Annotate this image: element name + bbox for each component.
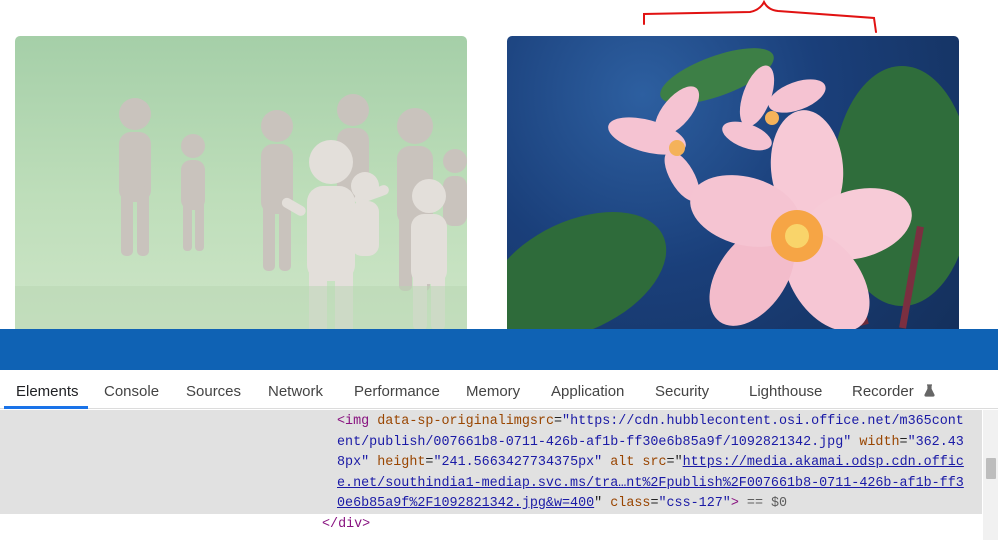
tab-recorder[interactable]: Recorder — [852, 370, 935, 409]
src-link[interactable]: 0e6b85a9f%2F1092821342.jpg&w=400 — [337, 496, 594, 511]
tab-performance[interactable]: Performance — [354, 370, 440, 409]
frangipani-flower-illustration — [507, 48, 959, 329]
attr-value: ent/publish/007661b8-0711-426b-af1b-ff30… — [337, 434, 852, 450]
dom-tree-scrollbar-thumb[interactable] — [986, 458, 996, 479]
attr-name: alt — [610, 455, 635, 470]
src-link[interactable]: e.net/southindia1-mediap.svc.ms/tra…nt%2… — [337, 476, 964, 491]
img-tag-end: > — [730, 496, 739, 511]
img-tag-open: <img — [337, 414, 370, 429]
console-ref: == $0 — [746, 496, 788, 511]
active-tab-indicator — [4, 406, 88, 409]
dom-node-line-2[interactable]: ent/publish/007661b8-0711-426b-af1b-ff30… — [337, 433, 964, 454]
tab-lighthouse[interactable]: Lighthouse — [749, 370, 822, 409]
blue-header-band — [0, 329, 998, 370]
tab-memory[interactable]: Memory — [466, 370, 520, 409]
dom-node-line-3[interactable]: 8px" height="241.5663427734375px" alt sr… — [337, 453, 964, 474]
src-link[interactable]: https://media.akamai.odsp.cdn.offic — [683, 455, 964, 470]
attr-name: height — [377, 455, 426, 470]
attr-name: data-sp-originalimgsrc — [377, 414, 554, 429]
elements-dom-tree[interactable]: <img data-sp-originalimgsrc="https://cdn… — [0, 410, 982, 540]
devtools-tab-bar: Elements Console Sources Network Perform… — [0, 370, 998, 409]
attr-value: "css-127" — [658, 496, 731, 511]
dom-node-close-div[interactable]: </div> — [322, 515, 370, 536]
attr-name: width — [859, 434, 900, 450]
tab-security[interactable]: Security — [655, 370, 709, 409]
tab-elements[interactable]: Elements — [16, 370, 79, 409]
attr-value: "362.43 — [907, 434, 964, 450]
people-figures-image — [15, 36, 467, 329]
dom-node-line-5[interactable]: 0e6b85a9f%2F1092821342.jpg&w=400" class=… — [337, 494, 787, 515]
flower-image — [507, 36, 959, 329]
people-figures-illustration — [15, 94, 467, 329]
flask-icon — [924, 384, 935, 397]
devtools-panel: Elements Console Sources Network Perform… — [0, 370, 998, 540]
attr-value: 8px" — [337, 455, 370, 470]
dom-node-line-1[interactable]: <img data-sp-originalimgsrc="https://cdn… — [337, 412, 964, 433]
tab-recorder-label: Recorder — [852, 383, 914, 400]
attr-name: src — [642, 455, 667, 470]
tab-application[interactable]: Application — [551, 370, 624, 409]
tab-console[interactable]: Console — [104, 370, 159, 409]
attr-value: "https://cdn.hubblecontent.osi.office.ne… — [562, 414, 964, 429]
red-brace-annotation-top — [643, 0, 877, 33]
attr-value: "241.5663427734375px" — [433, 455, 603, 470]
dom-node-line-4[interactable]: e.net/southindia1-mediap.svc.ms/tra…nt%2… — [337, 474, 964, 495]
tab-sources[interactable]: Sources — [186, 370, 241, 409]
attr-name: class — [610, 496, 651, 511]
div-close-tag: </div> — [322, 516, 371, 532]
tab-network[interactable]: Network — [268, 370, 323, 409]
